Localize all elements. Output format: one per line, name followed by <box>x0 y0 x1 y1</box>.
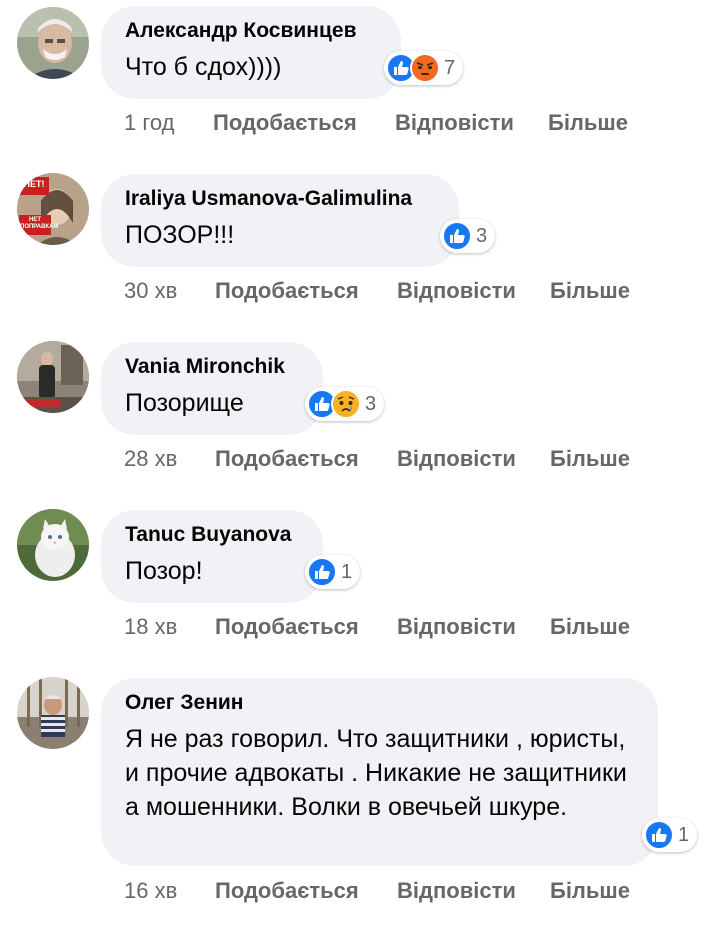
like-icon <box>307 557 337 587</box>
comment-text: Позор! <box>125 557 203 585</box>
reaction-summary[interactable]: 3 <box>440 219 496 253</box>
reaction-count: 1 <box>341 560 353 583</box>
reply-button[interactable]: Відповісти <box>397 446 516 472</box>
comment-text: Что б сдох)))) <box>125 53 282 81</box>
comment-author[interactable]: Tanuc Buyanova <box>125 522 299 548</box>
comment-author[interactable]: Олег Зенин <box>125 690 634 716</box>
like-button[interactable]: Подобається <box>215 278 359 304</box>
avatar-banner-top: НЕТ! <box>23 179 45 189</box>
comment-time[interactable]: 16 хв <box>124 878 177 904</box>
reaction-summary[interactable]: 1 <box>305 555 361 589</box>
comment-bubble: Vania Mironchik Позорище <box>101 342 323 435</box>
reaction-summary[interactable]: 3 <box>305 387 385 421</box>
like-icon <box>644 820 674 850</box>
like-icon <box>442 221 472 251</box>
more-button[interactable]: Більше <box>550 614 630 640</box>
more-button[interactable]: Більше <box>550 446 630 472</box>
more-button[interactable]: Більше <box>550 878 630 904</box>
comment-author[interactable]: Vania Mironchik <box>125 354 299 380</box>
comment-author[interactable]: Iraliya Usmanova-Galimulina <box>125 186 435 212</box>
like-button[interactable]: Подобається <box>215 878 359 904</box>
comment-bubble: Олег Зенин Я не раз говорил. Что защитни… <box>101 678 658 866</box>
comment-bubble: Tanuc Buyanova Позор! <box>101 510 323 603</box>
reaction-summary[interactable]: 7 <box>384 51 464 85</box>
reaction-count: 1 <box>678 823 690 846</box>
avatar-banner-line: НЕТ <box>29 217 41 223</box>
angry-icon <box>410 53 440 83</box>
reply-button[interactable]: Відповісти <box>397 614 516 640</box>
comment-author[interactable]: Александр Косвинцев <box>125 18 377 44</box>
comment-bubble: Iraliya Usmanova-Galimulina ПОЗОР!!! <box>101 174 459 267</box>
comment-time[interactable]: 18 хв <box>124 614 177 640</box>
like-button[interactable]: Подобається <box>215 614 359 640</box>
comment-time[interactable]: 28 хв <box>124 446 177 472</box>
sad-icon <box>331 389 361 419</box>
reply-button[interactable]: Відповісти <box>397 878 516 904</box>
reaction-count: 3 <box>476 224 488 247</box>
comment-time[interactable]: 30 хв <box>124 278 177 304</box>
avatar[interactable] <box>17 341 89 413</box>
avatar[interactable] <box>17 677 89 749</box>
reaction-count: 3 <box>365 392 377 415</box>
like-button[interactable]: Подобається <box>215 446 359 472</box>
comment-text: Я не раз говорил. Что защитники , юристы… <box>125 725 627 821</box>
comment-bubble: Александр Косвинцев Что б сдох)))) <box>101 6 401 99</box>
avatar-banner-line: ПОПРАВКАМ <box>20 224 59 230</box>
comment-text: Позорище <box>125 389 244 417</box>
like-button[interactable]: Подобається <box>213 110 357 136</box>
reaction-count: 7 <box>444 56 456 79</box>
comment-time[interactable]: 1 год <box>124 110 174 136</box>
avatar-banner-bottom: НЕТ ПОПРАВКАМ <box>20 217 58 231</box>
comment-text: ПОЗОР!!! <box>125 221 235 249</box>
more-button[interactable]: Більше <box>550 278 630 304</box>
avatar[interactable] <box>17 7 89 79</box>
more-button[interactable]: Більше <box>548 110 628 136</box>
avatar[interactable] <box>17 509 89 581</box>
reply-button[interactable]: Відповісти <box>395 110 514 136</box>
avatar[interactable]: НЕТ! НЕТ ПОПРАВКАМ <box>17 173 89 245</box>
reaction-summary[interactable]: 1 <box>642 818 698 852</box>
reply-button[interactable]: Відповісти <box>397 278 516 304</box>
